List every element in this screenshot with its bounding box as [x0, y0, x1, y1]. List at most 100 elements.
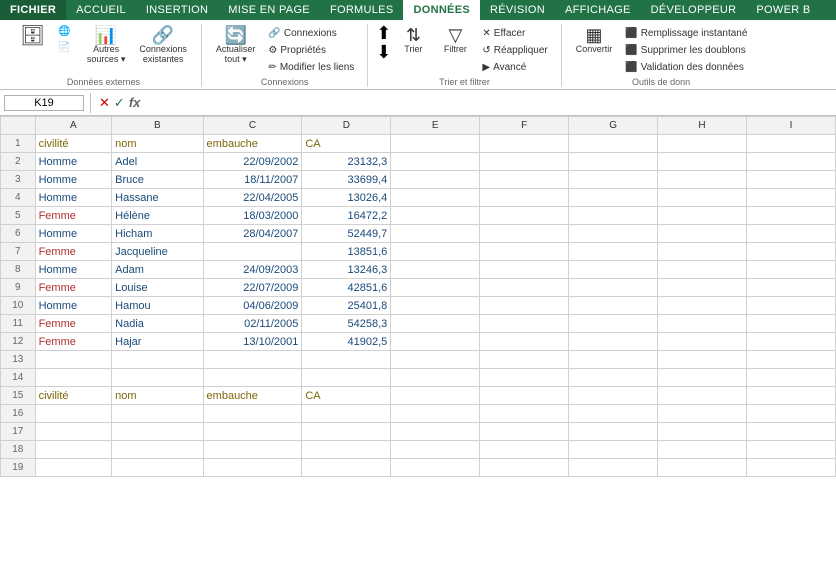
- tab-formules[interactable]: FORMULES: [320, 0, 404, 20]
- cell-19-C[interactable]: [203, 459, 302, 477]
- cell-1-C[interactable]: embauche: [203, 135, 302, 153]
- cell-18-G[interactable]: [569, 441, 658, 459]
- col-header-d[interactable]: D: [302, 117, 391, 135]
- cell-3-G[interactable]: [569, 171, 658, 189]
- cell-4-B[interactable]: Hassane: [112, 189, 203, 207]
- cell-12-G[interactable]: [569, 333, 658, 351]
- cell-7-C[interactable]: [203, 243, 302, 261]
- cell-13-F[interactable]: [480, 351, 569, 369]
- cell-16-G[interactable]: [569, 405, 658, 423]
- cell-15-D[interactable]: CA: [302, 387, 391, 405]
- cell-13-E[interactable]: [391, 351, 480, 369]
- cell-9-E[interactable]: [391, 279, 480, 297]
- cell-8-A[interactable]: Homme: [35, 261, 112, 279]
- col-header-c[interactable]: C: [203, 117, 302, 135]
- cell-1-H[interactable]: [658, 135, 747, 153]
- cell-12-B[interactable]: Hajar: [112, 333, 203, 351]
- cell-17-C[interactable]: [203, 423, 302, 441]
- tab-fichier[interactable]: FICHIER: [0, 0, 66, 20]
- cell-2-C[interactable]: 22/09/2002: [203, 153, 302, 171]
- cell-12-H[interactable]: [658, 333, 747, 351]
- cell-10-G[interactable]: [569, 297, 658, 315]
- cell-13-H[interactable]: [658, 351, 747, 369]
- cell-9-C[interactable]: 22/07/2009: [203, 279, 302, 297]
- cell-9-I[interactable]: [746, 279, 835, 297]
- btn-connexions[interactable]: 🔗 Connexions: [263, 26, 359, 41]
- cell-5-G[interactable]: [569, 207, 658, 225]
- cell-19-E[interactable]: [391, 459, 480, 477]
- cell-1-A[interactable]: civilité: [35, 135, 112, 153]
- cell-4-C[interactable]: 22/04/2005: [203, 189, 302, 207]
- confirm-icon[interactable]: ✓: [114, 95, 125, 111]
- cell-4-G[interactable]: [569, 189, 658, 207]
- cell-10-A[interactable]: Homme: [35, 297, 112, 315]
- cell-9-G[interactable]: [569, 279, 658, 297]
- cell-19-F[interactable]: [480, 459, 569, 477]
- cell-11-H[interactable]: [658, 315, 747, 333]
- cell-4-A[interactable]: Homme: [35, 189, 112, 207]
- cell-19-D[interactable]: [302, 459, 391, 477]
- cell-13-I[interactable]: [746, 351, 835, 369]
- tab-revision[interactable]: RÉVISION: [480, 0, 555, 20]
- cell-15-F[interactable]: [480, 387, 569, 405]
- cell-15-H[interactable]: [658, 387, 747, 405]
- cell-10-C[interactable]: 04/06/2009: [203, 297, 302, 315]
- cell-7-F[interactable]: [480, 243, 569, 261]
- cell-4-E[interactable]: [391, 189, 480, 207]
- cell-16-B[interactable]: [112, 405, 203, 423]
- cell-5-B[interactable]: Hélène: [112, 207, 203, 225]
- cell-14-E[interactable]: [391, 369, 480, 387]
- cell-7-A[interactable]: Femme: [35, 243, 112, 261]
- cell-5-H[interactable]: [658, 207, 747, 225]
- cell-12-D[interactable]: 41902,5: [302, 333, 391, 351]
- cell-8-I[interactable]: [746, 261, 835, 279]
- btn-trier[interactable]: ⇅ Trier: [393, 24, 433, 56]
- cell-8-B[interactable]: Adam: [112, 261, 203, 279]
- btn-connexions-existantes[interactable]: 🔗 Connexionsexistantes: [133, 24, 193, 66]
- tab-insertion[interactable]: INSERTION: [136, 0, 218, 20]
- cell-7-G[interactable]: [569, 243, 658, 261]
- cell-10-B[interactable]: Hamou: [112, 297, 203, 315]
- cell-13-G[interactable]: [569, 351, 658, 369]
- cell-7-H[interactable]: [658, 243, 747, 261]
- name-box[interactable]: [4, 95, 84, 111]
- cell-16-E[interactable]: [391, 405, 480, 423]
- cell-1-D[interactable]: CA: [302, 135, 391, 153]
- cell-12-E[interactable]: [391, 333, 480, 351]
- cell-16-F[interactable]: [480, 405, 569, 423]
- cancel-icon[interactable]: ✕: [99, 95, 110, 111]
- cell-1-F[interactable]: [480, 135, 569, 153]
- cell-3-D[interactable]: 33699,4: [302, 171, 391, 189]
- cell-6-I[interactable]: [746, 225, 835, 243]
- cell-3-A[interactable]: Homme: [35, 171, 112, 189]
- cell-9-A[interactable]: Femme: [35, 279, 112, 297]
- cell-6-A[interactable]: Homme: [35, 225, 112, 243]
- cell-12-F[interactable]: [480, 333, 569, 351]
- cell-18-C[interactable]: [203, 441, 302, 459]
- cell-18-F[interactable]: [480, 441, 569, 459]
- cell-18-I[interactable]: [746, 441, 835, 459]
- cell-4-I[interactable]: [746, 189, 835, 207]
- cell-15-I[interactable]: [746, 387, 835, 405]
- cell-3-B[interactable]: Bruce: [112, 171, 203, 189]
- cell-15-E[interactable]: [391, 387, 480, 405]
- cell-5-I[interactable]: [746, 207, 835, 225]
- cell-2-I[interactable]: [746, 153, 835, 171]
- cell-10-H[interactable]: [658, 297, 747, 315]
- cell-4-F[interactable]: [480, 189, 569, 207]
- cell-10-E[interactable]: [391, 297, 480, 315]
- cell-5-F[interactable]: [480, 207, 569, 225]
- btn-remplissage[interactable]: ⬛ Remplissage instantané: [620, 26, 752, 41]
- cell-5-A[interactable]: Femme: [35, 207, 112, 225]
- btn-supprimer-doublons[interactable]: ⬛ Supprimer les doublons: [620, 43, 752, 58]
- cell-6-B[interactable]: Hicham: [112, 225, 203, 243]
- btn-reappliquer[interactable]: ↺ Réappliquer: [477, 43, 552, 58]
- col-header-b[interactable]: B: [112, 117, 203, 135]
- cell-11-A[interactable]: Femme: [35, 315, 112, 333]
- cell-14-A[interactable]: [35, 369, 112, 387]
- col-header-a[interactable]: A: [35, 117, 112, 135]
- cell-13-B[interactable]: [112, 351, 203, 369]
- cell-11-I[interactable]: [746, 315, 835, 333]
- cell-17-B[interactable]: [112, 423, 203, 441]
- cell-11-G[interactable]: [569, 315, 658, 333]
